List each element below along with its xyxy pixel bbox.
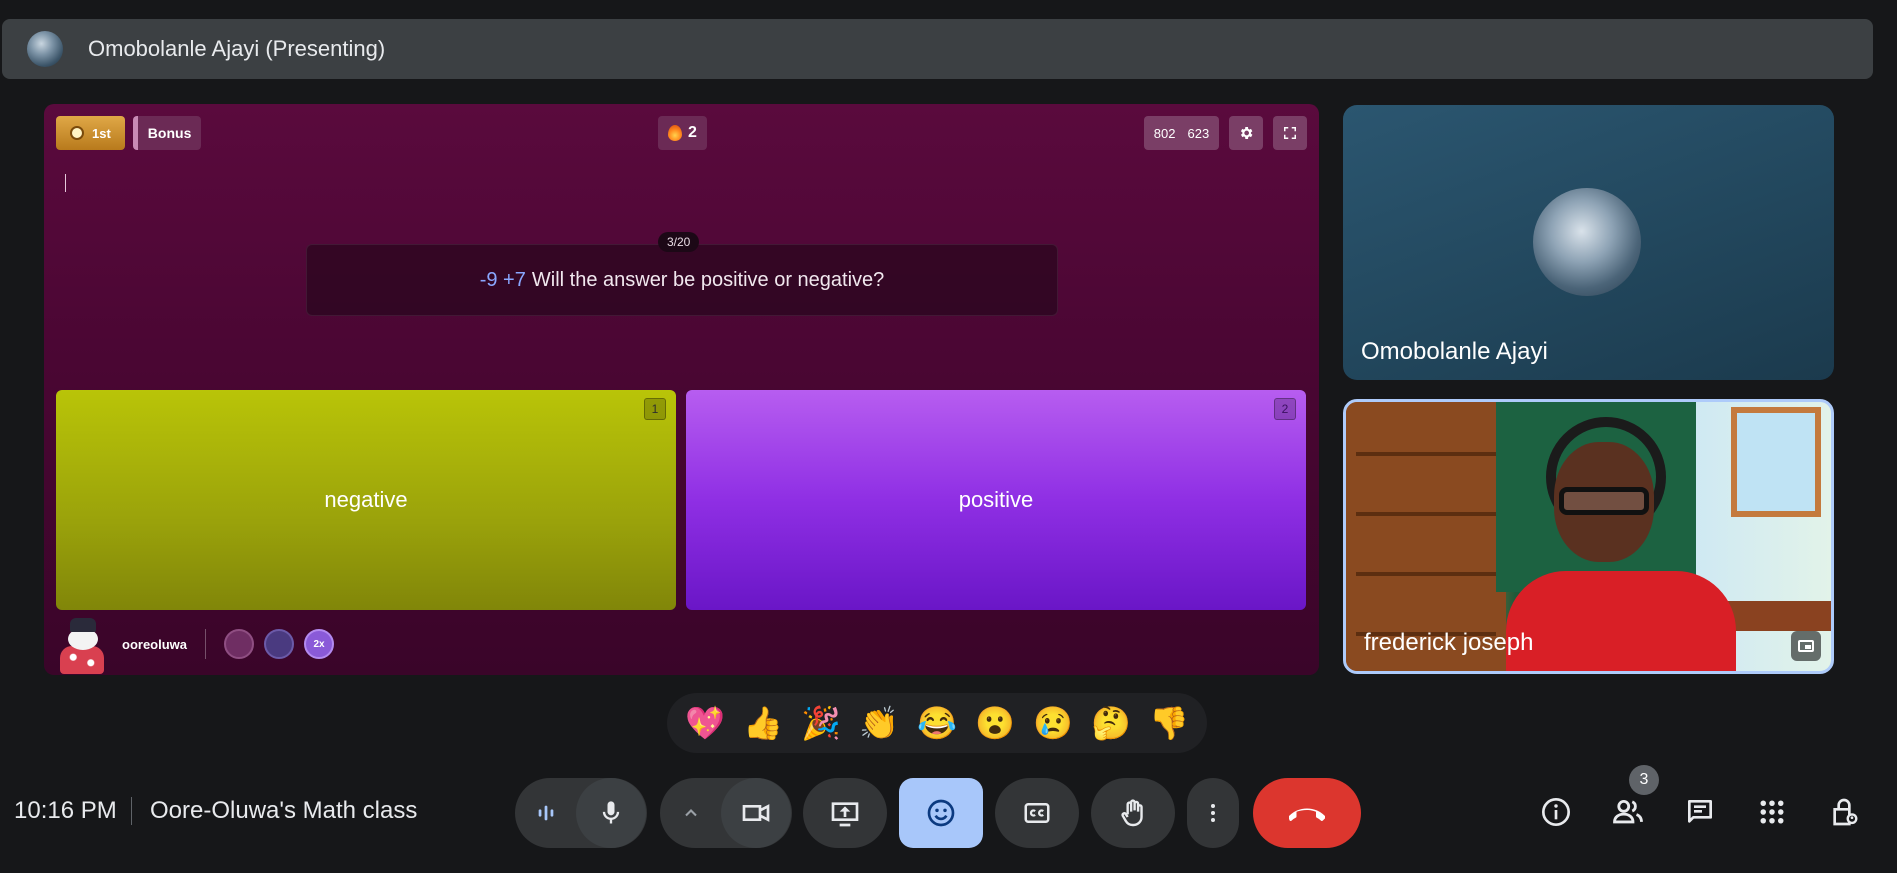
- raise-hand-icon: [1121, 799, 1143, 827]
- meeting-title: Oore-Oluwa's Math class: [150, 797, 418, 824]
- meeting-time: 10:16 PM: [14, 797, 117, 824]
- camera-options-button[interactable]: [661, 778, 721, 848]
- medal-icon: [70, 126, 84, 140]
- audio-level-indicator: [516, 778, 576, 848]
- game-settings-button[interactable]: [1229, 116, 1263, 150]
- microphone-button[interactable]: [576, 778, 646, 848]
- participant-name: Omobolanle Ajayi: [1361, 338, 1548, 365]
- player-avatar: [56, 614, 108, 674]
- answer-label: positive: [958, 487, 1034, 512]
- meeting-details-button[interactable]: [1534, 790, 1578, 834]
- call-end-icon: [1289, 808, 1325, 821]
- reaction-thumbs-up[interactable]: 👍: [743, 707, 783, 739]
- avatar: [1533, 188, 1641, 296]
- camera-controls: [660, 778, 792, 848]
- pip-icon: [1798, 640, 1814, 652]
- question-numbers: -9 +7: [479, 268, 526, 291]
- reaction-thinking[interactable]: 🤔: [1091, 707, 1131, 739]
- reaction-thumbs-down[interactable]: 👎: [1149, 707, 1189, 739]
- reaction-party-popper[interactable]: 🎉: [801, 707, 841, 739]
- reactions-bar: 💖 👍 🎉 👏 😂 😮 😢 🤔 👎: [667, 693, 1207, 753]
- captions-button[interactable]: [995, 778, 1079, 848]
- lock-person-icon: [1833, 798, 1858, 826]
- people-count-badge: 3: [1629, 765, 1659, 795]
- shared-screen-game[interactable]: 1st Bonus 2 802 623 3/20 -9 +7 Will the …: [44, 104, 1319, 675]
- player-name: ooreoluwa: [122, 636, 188, 652]
- participant-tile-omobolanle[interactable]: Omobolanle Ajayi: [1343, 105, 1834, 380]
- participant-name: frederick joseph: [1364, 629, 1534, 656]
- reaction-crying[interactable]: 😢: [1033, 707, 1073, 739]
- audio-level-icon: [538, 805, 554, 821]
- presenter-title: Omobolanle Ajayi (Presenting): [88, 36, 386, 61]
- divider: [205, 629, 207, 659]
- powerup-2-icon[interactable]: [264, 629, 295, 659]
- question-counter: 3/20: [658, 232, 700, 252]
- present-screen-button[interactable]: [803, 778, 887, 848]
- reaction-sparkling-heart[interactable]: 💖: [685, 707, 725, 739]
- reactions-button[interactable]: [899, 778, 983, 848]
- answer-option-negative[interactable]: 1 negative: [56, 390, 676, 610]
- people-button[interactable]: [1606, 790, 1650, 834]
- video-person-glasses: [1559, 487, 1649, 515]
- rank-badge: 1st: [56, 116, 125, 150]
- score-display: 802 623: [1144, 116, 1219, 150]
- game-hud-left: 1st Bonus: [56, 116, 202, 150]
- powerup-2x-icon[interactable]: 2x: [304, 629, 335, 659]
- reaction-clapping[interactable]: 👏: [859, 707, 899, 739]
- answer-number: 2: [1274, 398, 1296, 420]
- fullscreen-icon: [1284, 127, 1296, 139]
- microphone-controls: [515, 778, 647, 848]
- activities-button[interactable]: [1750, 790, 1794, 834]
- video-person-body: [1506, 571, 1736, 671]
- present-to-all-icon: [831, 802, 859, 827]
- gear-icon: [1240, 127, 1253, 139]
- powerup-1-icon[interactable]: [224, 629, 255, 659]
- text-caret: [65, 174, 66, 192]
- more-vert-icon: [1211, 804, 1215, 822]
- reaction-tears-of-joy[interactable]: 😂: [917, 707, 957, 739]
- chat-icon: [1688, 800, 1712, 823]
- score-a: 802: [1153, 125, 1176, 141]
- raise-hand-button[interactable]: [1091, 778, 1175, 848]
- answer-number: 1: [644, 398, 666, 420]
- presenter-bar: Omobolanle Ajayi (Presenting): [2, 19, 1873, 79]
- rank-label: 1st: [92, 125, 111, 141]
- fire-icon: [668, 125, 682, 141]
- answer-label: negative: [324, 487, 408, 512]
- chevron-up-icon: [685, 809, 697, 817]
- divider: [131, 797, 132, 825]
- presenter-avatar: [27, 31, 63, 67]
- info-icon: [1542, 798, 1570, 826]
- more-options-button[interactable]: [1187, 778, 1239, 848]
- answer-option-positive[interactable]: 2 positive: [686, 390, 1306, 610]
- reaction-surprised[interactable]: 😮: [975, 707, 1015, 739]
- bonus-badge: Bonus: [132, 116, 202, 150]
- score-b: 623: [1187, 125, 1210, 141]
- question-box: -9 +7 Will the answer be positive or neg…: [306, 244, 1058, 316]
- video-background-window: [1731, 407, 1821, 517]
- game-hud-right: 802 623: [1144, 116, 1307, 150]
- participant-tile-frederick[interactable]: frederick joseph: [1343, 399, 1834, 674]
- videocam-icon: [742, 804, 770, 822]
- question-text: Will the answer be positive or negative?: [531, 268, 885, 291]
- closed-caption-icon: [1024, 803, 1050, 823]
- people-icon: [1613, 799, 1643, 824]
- leave-call-button[interactable]: [1253, 778, 1361, 848]
- picture-in-picture-button[interactable]: [1791, 631, 1821, 661]
- chat-button[interactable]: [1678, 790, 1722, 834]
- apps-grid-icon: [1760, 800, 1784, 824]
- host-controls-button[interactable]: [1822, 790, 1866, 834]
- player-info: ooreoluwa 2x: [56, 613, 344, 675]
- microphone-icon: [602, 801, 620, 824]
- streak-count: 2: [688, 124, 697, 141]
- game-fullscreen-button[interactable]: [1273, 116, 1307, 150]
- streak-badge: 2: [658, 116, 707, 150]
- emoji-icon: [927, 799, 955, 827]
- camera-button[interactable]: [721, 778, 791, 848]
